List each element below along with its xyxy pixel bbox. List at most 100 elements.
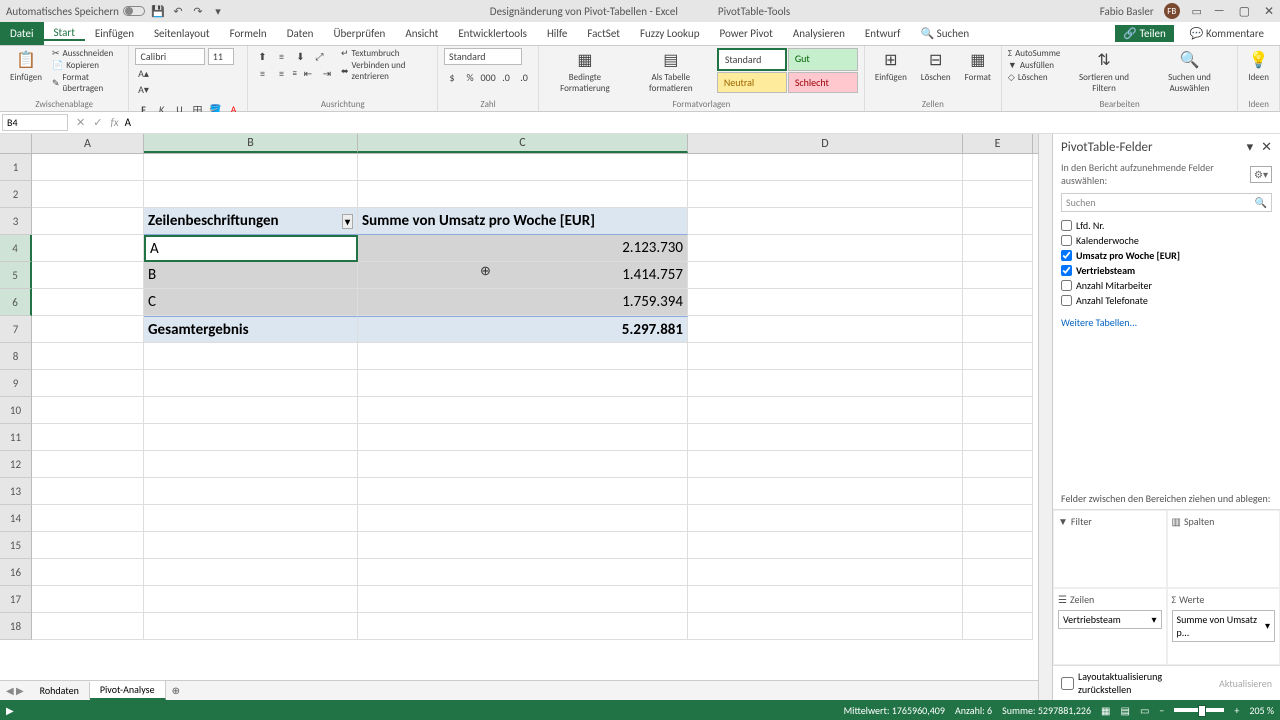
cell[interactable]	[963, 262, 1033, 289]
cell[interactable]: 1.414.757	[358, 262, 688, 289]
undo-icon[interactable]: ↶	[171, 4, 185, 18]
align-right-icon[interactable]: ≡	[292, 68, 296, 79]
col-header-e[interactable]: E	[963, 134, 1033, 153]
record-macro-icon[interactable]: ▶	[6, 704, 14, 717]
cell[interactable]	[32, 532, 144, 559]
cell[interactable]	[358, 613, 688, 640]
cancel-formula-icon[interactable]: ✕	[76, 116, 85, 129]
cell[interactable]	[32, 505, 144, 532]
field-vertriebsteam[interactable]: Vertriebsteam	[1061, 263, 1272, 278]
cell[interactable]	[144, 343, 358, 370]
cell[interactable]	[963, 478, 1033, 505]
align-left-icon[interactable]: ≡	[254, 65, 270, 81]
font-name-combo[interactable]: Calibri	[135, 48, 205, 65]
cell[interactable]	[144, 397, 358, 424]
cell[interactable]	[688, 181, 963, 208]
row-header[interactable]: 1	[0, 154, 32, 181]
save-icon[interactable]: 💾	[151, 4, 165, 18]
tab-analysieren[interactable]: Analysieren	[783, 27, 855, 40]
wrap-text-button[interactable]: ↵ Textumbruch	[341, 48, 431, 59]
cell[interactable]	[32, 154, 144, 181]
cell[interactable]	[963, 397, 1033, 424]
cell[interactable]	[688, 613, 963, 640]
zoom-slider[interactable]	[1174, 708, 1224, 712]
row-header[interactable]: 16	[0, 559, 32, 586]
more-tables-link[interactable]: Weitere Tabellen...	[1053, 312, 1280, 333]
tab-seitenlayout[interactable]: Seitenlayout	[144, 27, 220, 40]
sort-filter-button[interactable]: ⇅Sortieren und Filtern	[1066, 48, 1141, 96]
cell[interactable]: B	[144, 262, 358, 289]
merge-button[interactable]: ⬌ Verbinden und zentrieren	[341, 60, 431, 82]
tab-start[interactable]: Start	[44, 26, 85, 41]
zeilen-item[interactable]: Vertriebsteam▾	[1058, 610, 1162, 629]
row-header[interactable]: 4	[0, 235, 32, 262]
col-header-c[interactable]: C	[358, 134, 688, 153]
font-size-combo[interactable]: 11	[208, 48, 234, 65]
cell[interactable]	[688, 343, 963, 370]
thousands-icon[interactable]: 000	[480, 69, 496, 85]
cell[interactable]	[32, 478, 144, 505]
cell[interactable]	[963, 289, 1033, 316]
fx-icon[interactable]: fx	[110, 116, 118, 129]
filter-dropdown-icon[interactable]: ▾	[342, 214, 353, 229]
tab-fuzzy-lookup[interactable]: Fuzzy Lookup	[630, 27, 710, 40]
cell[interactable]	[963, 181, 1033, 208]
row-header[interactable]: 17	[0, 586, 32, 613]
cell[interactable]	[688, 289, 963, 316]
autosave-toggle[interactable]: Automatisches Speichern	[6, 5, 145, 18]
row-header[interactable]: 11	[0, 424, 32, 451]
cell[interactable]: Summe von Umsatz pro Woche [EUR]	[358, 208, 688, 235]
tab-einfuegen[interactable]: Einfügen	[85, 27, 144, 40]
tab-ueberpruefen[interactable]: Überprüfen	[323, 27, 395, 40]
format-painter-button[interactable]: ✎Format übertragen	[52, 72, 123, 94]
row-header[interactable]: 13	[0, 478, 32, 505]
sheet-tab-pivot-analyse[interactable]: Pivot-Analyse	[90, 681, 166, 700]
cell[interactable]	[358, 154, 688, 181]
cell[interactable]	[32, 343, 144, 370]
spreadsheet-grid[interactable]: A B C D E 123Zeilenbeschriftungen▾Summe …	[0, 134, 1038, 680]
cell[interactable]	[32, 316, 144, 343]
fill-button[interactable]: ▼ Ausfüllen	[1008, 60, 1060, 71]
cell[interactable]	[688, 451, 963, 478]
cell[interactable]	[144, 559, 358, 586]
col-header-b[interactable]: B	[144, 134, 358, 153]
field-telefonate[interactable]: Anzahl Telefonate	[1061, 293, 1272, 308]
field-lfdnr[interactable]: Lfd. Nr.	[1061, 218, 1272, 233]
cell[interactable]	[963, 208, 1033, 235]
cell[interactable]	[32, 559, 144, 586]
cell[interactable]	[144, 586, 358, 613]
cell-styles-gallery[interactable]: Standard Gut Neutral Schlecht	[717, 48, 858, 93]
orientation-icon[interactable]: ⤢	[311, 48, 327, 64]
view-normal-icon[interactable]: ▦	[1101, 704, 1110, 717]
cell[interactable]	[688, 208, 963, 235]
cell[interactable]: 2.123.730	[358, 235, 688, 262]
formula-bar[interactable]: A	[119, 116, 1280, 129]
cell[interactable]	[144, 505, 358, 532]
cell[interactable]	[144, 370, 358, 397]
row-header[interactable]: 9	[0, 370, 32, 397]
cell[interactable]	[32, 289, 144, 316]
cell[interactable]	[963, 370, 1033, 397]
cell[interactable]	[688, 397, 963, 424]
cell[interactable]	[358, 343, 688, 370]
cell[interactable]	[358, 478, 688, 505]
cell[interactable]	[32, 208, 144, 235]
decrease-decimal-icon[interactable]: .0	[516, 69, 532, 85]
increase-font-icon[interactable]: A▴	[135, 65, 151, 81]
tab-hilfe[interactable]: Hilfe	[537, 27, 577, 40]
tab-power-pivot[interactable]: Power Pivot	[709, 27, 782, 40]
col-header-a[interactable]: A	[32, 134, 144, 153]
field-search-input[interactable]: Suchen🔍	[1061, 193, 1272, 212]
user-name[interactable]: Fabio Basler	[1100, 5, 1154, 18]
sheet-nav-icon[interactable]: ◀ ▶	[0, 684, 30, 697]
tab-entwurf[interactable]: Entwurf	[855, 27, 911, 40]
werte-item[interactable]: Summe von Umsatz p...▾	[1172, 610, 1276, 642]
row-header[interactable]: 2	[0, 181, 32, 208]
ideas-button[interactable]: 💡Ideen	[1244, 48, 1273, 85]
vertical-scrollbar[interactable]	[1038, 134, 1052, 700]
cell[interactable]	[358, 586, 688, 613]
row-header[interactable]: 15	[0, 532, 32, 559]
cell[interactable]: 5.297.881	[358, 316, 688, 343]
paste-button[interactable]: 📋Einfügen	[6, 48, 46, 85]
cell[interactable]	[688, 559, 963, 586]
